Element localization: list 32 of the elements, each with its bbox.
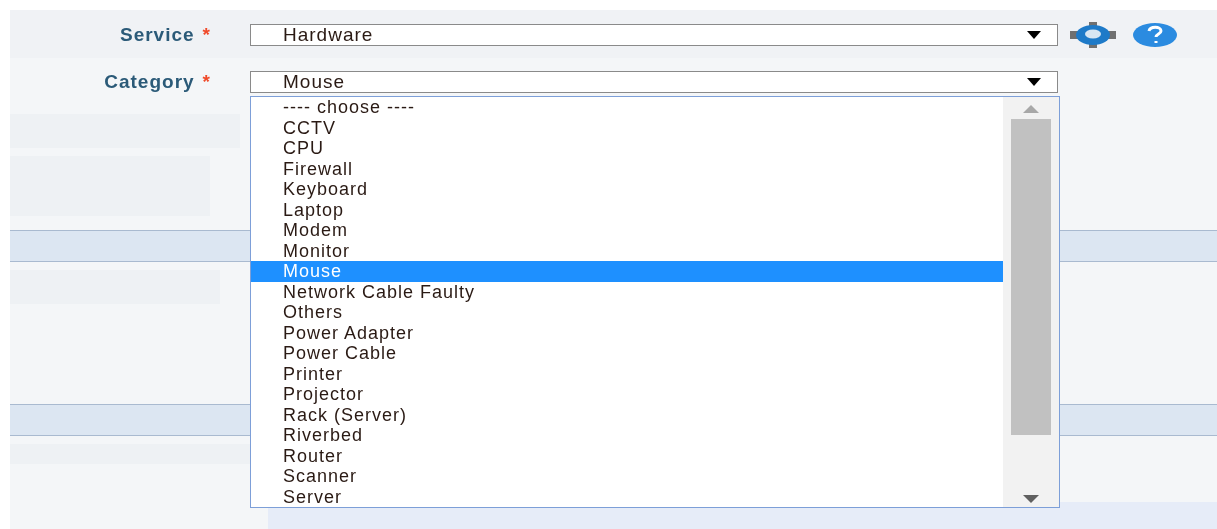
required-mark: * bbox=[202, 24, 210, 46]
dropdown-option[interactable]: Laptop bbox=[251, 199, 1003, 220]
dropdown-option[interactable]: Projector bbox=[251, 384, 1003, 405]
dropdown-option[interactable]: Rack (Server) bbox=[251, 404, 1003, 425]
scrollbar[interactable] bbox=[1003, 97, 1059, 507]
help-icon[interactable] bbox=[1132, 22, 1178, 48]
dropdown-option[interactable]: Scanner bbox=[251, 466, 1003, 487]
select-field[interactable]: Mouse bbox=[250, 71, 1058, 93]
dropdown-option[interactable]: Riverbed bbox=[251, 425, 1003, 446]
dropdown-option[interactable]: Router bbox=[251, 445, 1003, 466]
dropdown-option[interactable]: Firewall bbox=[251, 158, 1003, 179]
select-field[interactable]: Hardware bbox=[250, 24, 1058, 46]
scroll-thumb[interactable] bbox=[1011, 119, 1051, 435]
dropdown-option[interactable]: CPU bbox=[251, 138, 1003, 159]
field-label: Category bbox=[104, 71, 195, 93]
dropdown-option[interactable]: Keyboard bbox=[251, 179, 1003, 200]
dropdown-option[interactable]: Printer bbox=[251, 363, 1003, 384]
dropdown-option[interactable]: Network Cable Faulty bbox=[251, 281, 1003, 302]
dropdown-option[interactable]: ---- choose ---- bbox=[251, 97, 1003, 118]
dropdown-option[interactable]: Others bbox=[251, 302, 1003, 323]
required-mark: * bbox=[202, 71, 210, 93]
dropdown-option[interactable]: Server bbox=[251, 486, 1003, 507]
dropdown-option[interactable]: Power Cable bbox=[251, 343, 1003, 364]
dropdown-option[interactable]: Modem bbox=[251, 220, 1003, 241]
caret-icon bbox=[1027, 31, 1041, 39]
scroll-up-icon[interactable] bbox=[1023, 105, 1039, 113]
dropdown-option[interactable]: CCTV bbox=[251, 117, 1003, 138]
caret-icon bbox=[1027, 78, 1041, 86]
field-label: Service bbox=[119, 24, 195, 46]
dropdown-option[interactable]: Power Adapter bbox=[251, 322, 1003, 343]
settings-icon[interactable] bbox=[1070, 22, 1116, 48]
dropdown-option[interactable]: Monitor bbox=[251, 240, 1003, 261]
